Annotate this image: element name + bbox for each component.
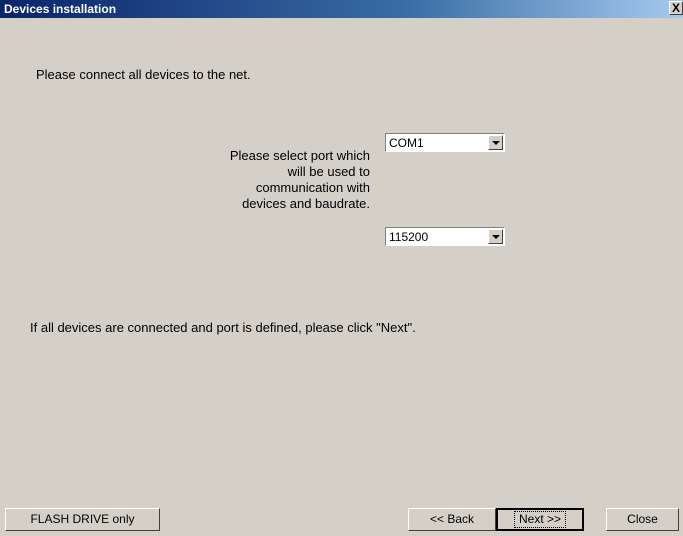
- chevron-down-icon[interactable]: [488, 135, 503, 150]
- port-instructions-line: devices and baudrate.: [242, 196, 370, 211]
- intro-text: Please connect all devices to the net.: [36, 67, 251, 82]
- port-instructions-line: Please select port which: [229, 148, 370, 163]
- close-button[interactable]: Close: [606, 508, 679, 531]
- close-window-button[interactable]: X: [669, 1, 683, 15]
- baudrate-select-value: 115200: [389, 230, 429, 244]
- title-bar: Devices installation X: [0, 0, 683, 18]
- flash-drive-only-button[interactable]: FLASH DRIVE only: [5, 508, 160, 531]
- outro-text: If all devices are connected and port is…: [30, 320, 416, 335]
- back-button[interactable]: << Back: [408, 508, 496, 531]
- window-title: Devices installation: [4, 2, 117, 16]
- next-button-label: Next >>: [513, 511, 567, 528]
- port-instructions-line: will be used to: [287, 164, 370, 179]
- chevron-down-icon[interactable]: [488, 229, 503, 244]
- baudrate-select[interactable]: 115200: [385, 227, 505, 246]
- port-instructions-line: communication with: [255, 180, 370, 195]
- port-select[interactable]: COM1: [385, 133, 505, 152]
- next-button[interactable]: Next >>: [496, 508, 584, 531]
- port-instructions: Please select port which will be used to…: [160, 148, 370, 212]
- port-select-value: COM1: [389, 136, 424, 150]
